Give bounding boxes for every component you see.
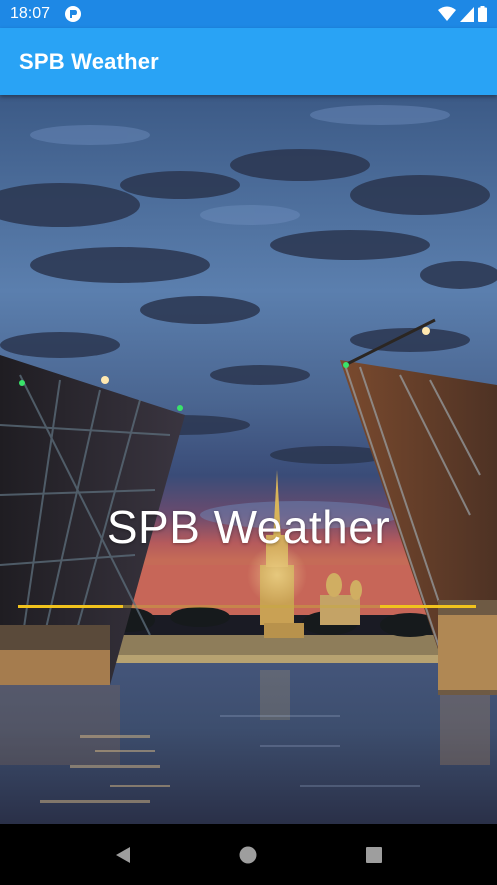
splash-content: SPB Weather bbox=[0, 95, 497, 824]
app-bar-title: SPB Weather bbox=[19, 48, 159, 74]
status-time: 18:07 bbox=[10, 5, 51, 22]
progress-segment bbox=[18, 605, 124, 608]
splash-title: SPB Weather bbox=[106, 501, 391, 553]
progress-segment bbox=[379, 605, 476, 608]
status-bar: 18:07 bbox=[0, 0, 497, 28]
bridge-background-image bbox=[0, 95, 497, 824]
navigation-bar bbox=[0, 824, 497, 885]
recents-button[interactable] bbox=[354, 835, 394, 875]
home-icon bbox=[239, 846, 257, 863]
recents-icon bbox=[366, 846, 383, 863]
cell-signal-icon bbox=[460, 6, 474, 22]
app-notification-icon bbox=[64, 5, 82, 23]
home-button[interactable] bbox=[228, 835, 268, 875]
back-icon bbox=[115, 846, 130, 863]
loading-progress-bar bbox=[18, 605, 476, 608]
battery-icon bbox=[478, 6, 487, 22]
back-button[interactable] bbox=[103, 835, 143, 875]
app-bar: SPB Weather bbox=[0, 28, 497, 95]
screen: 18:07 SPB Weather SPB Weather bbox=[0, 0, 497, 885]
status-icons bbox=[438, 6, 487, 22]
wifi-icon bbox=[438, 6, 456, 22]
